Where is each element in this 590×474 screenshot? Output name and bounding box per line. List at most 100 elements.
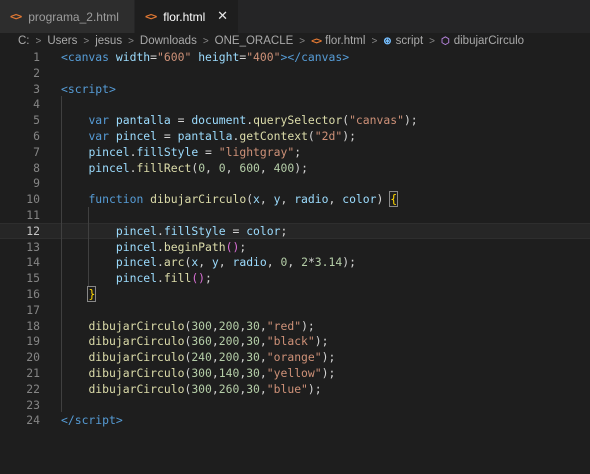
line-number: 14 — [26, 255, 40, 270]
code-token: radio — [294, 192, 329, 207]
code-editor[interactable]: 1 <canvas width="600" height="400"></canv… — [0, 48, 590, 474]
code-token: pincel — [115, 271, 158, 286]
code-token: fillStyle — [136, 144, 199, 159]
code-line[interactable]: 21 dibujarCirculo(300,140,30,"yellow"); — [0, 365, 590, 381]
code-token: var — [88, 113, 110, 128]
breadcrumb-item[interactable]: ONE_ORACLE — [215, 35, 294, 47]
code-text: </script> — [61, 412, 123, 428]
code-token: y — [211, 255, 219, 270]
code-line[interactable]: 20 dibujarCirculo(240,200,30,"orange"); — [0, 349, 590, 365]
tab-programa-2[interactable]: <> programa_2.html — [0, 0, 135, 33]
code-line[interactable]: 10 function dibujarCirculo(x, y, radio, … — [0, 191, 590, 208]
code-text: pincel.fillRect(0, 0, 600, 400); — [61, 160, 308, 176]
breadcrumb-item[interactable]: dibujarCirculo — [454, 35, 524, 47]
code-token: , — [259, 192, 274, 207]
code-line[interactable]: 18 dibujarCirculo(300,200,30,"red"); — [0, 318, 590, 334]
line-number: 20 — [26, 350, 40, 365]
code-line[interactable]: 9 — [0, 175, 590, 191]
line-number: 7 — [33, 144, 40, 159]
code-token: , — [259, 160, 274, 175]
breadcrumb-item[interactable]: C: — [18, 35, 30, 47]
code-token: dibujarCirculo — [150, 192, 247, 207]
code-token: 300 — [191, 366, 212, 380]
code-token: ); — [321, 366, 336, 380]
code-text: dibujarCirculo(240,200,30,"orange"); — [61, 349, 335, 365]
code-line[interactable]: 4 — [0, 96, 590, 112]
code-line[interactable]: 17 — [0, 302, 590, 318]
close-icon[interactable]: ✕ — [217, 9, 228, 24]
code-line[interactable]: 7 pincel.fillStyle = "lightgray"; — [0, 144, 590, 160]
code-line[interactable]: 19 dibujarCirculo(360,200,30,"black"); — [0, 333, 590, 349]
code-token: dibujarCirculo — [88, 366, 185, 380]
code-token: . — [157, 223, 164, 238]
breadcrumb-item[interactable]: Users — [47, 35, 77, 47]
breadcrumb-item[interactable]: Downloads — [140, 35, 197, 47]
code-token: () — [191, 271, 206, 286]
symbol-namespace-icon: ⊛ — [383, 35, 392, 47]
line-number: 19 — [26, 334, 40, 349]
code-line[interactable]: 22 dibujarCirculo(300,260,30,"blue"); — [0, 381, 590, 397]
code-token: pantalla — [115, 113, 171, 128]
code-token: color — [342, 192, 377, 207]
breadcrumb-item[interactable]: flor.html — [325, 35, 365, 47]
code-text: pincel.arc(x, y, radio, 0, 2*3.14); — [61, 254, 356, 270]
tab-flor[interactable]: <> flor.html ✕ — [135, 0, 238, 33]
code-token: width — [115, 50, 151, 64]
tab-label: programa_2.html — [28, 9, 119, 24]
code-token: . — [157, 255, 164, 270]
code-token: * — [307, 255, 315, 270]
code-line[interactable]: 6 var pincel = pantalla.getContext("2d")… — [0, 128, 590, 144]
code-token: "canvas" — [349, 113, 404, 128]
code-token: "yellow" — [266, 366, 322, 380]
code-token: } — [87, 286, 97, 302]
code-token: color — [246, 223, 281, 238]
code-token: ); — [294, 160, 308, 175]
code-token: 30 — [246, 350, 260, 365]
code-token: "orange" — [266, 350, 322, 365]
code-token: "400" — [246, 50, 281, 64]
code-token: , — [211, 350, 219, 365]
code-token: 240 — [191, 350, 212, 365]
line-number: 22 — [26, 381, 40, 396]
line-number: 21 — [26, 366, 40, 380]
code-token: , — [211, 334, 219, 349]
code-token: pincel — [115, 255, 158, 270]
code-token: </ — [287, 50, 302, 64]
code-token: < — [61, 81, 68, 96]
code-line[interactable]: 2 — [0, 65, 590, 81]
code-token: "600" — [157, 50, 192, 64]
code-token: pincel — [88, 144, 130, 159]
code-token: fill — [163, 271, 192, 286]
code-token: 200 — [218, 318, 240, 333]
breadcrumb-item[interactable]: script — [396, 35, 423, 47]
code-line[interactable]: 24 </script> — [0, 412, 590, 428]
code-line[interactable]: 8 pincel.fillRect(0, 0, 600, 400); — [0, 160, 590, 176]
code-token: 260 — [218, 381, 240, 396]
code-token: . — [157, 271, 164, 286]
code-token: dibujarCirculo — [88, 381, 185, 396]
code-token: beginPath — [163, 239, 226, 254]
code-token: > — [342, 50, 350, 64]
breadcrumb-item[interactable]: jesus — [95, 35, 122, 47]
code-token: canvas — [301, 50, 343, 64]
code-text: pincel.fill(); — [61, 270, 212, 286]
tab-bar: <> programa_2.html <> flor.html ✕ — [0, 0, 590, 33]
code-token: height — [198, 50, 240, 64]
code-line[interactable]: 23 — [0, 397, 590, 413]
code-token: radio — [232, 255, 267, 270]
code-token: pincel — [88, 160, 130, 175]
code-text: <canvas width="600" height="400"></canva… — [61, 49, 349, 65]
code-line[interactable]: 16 } — [0, 286, 590, 302]
code-token: script — [74, 413, 116, 428]
code-token: , — [211, 381, 219, 396]
code-line[interactable]: 1 <canvas width="600" height="400"></canv… — [0, 49, 590, 65]
code-text: pincel.fillStyle = "lightgray"; — [61, 144, 301, 160]
code-line[interactable]: 5 var pantalla = document.querySelector(… — [0, 112, 590, 128]
line-number: 24 — [26, 413, 40, 428]
code-token: ; — [205, 271, 212, 286]
code-line[interactable]: 3 <script> — [0, 81, 590, 97]
html-file-icon: <> — [311, 35, 322, 47]
